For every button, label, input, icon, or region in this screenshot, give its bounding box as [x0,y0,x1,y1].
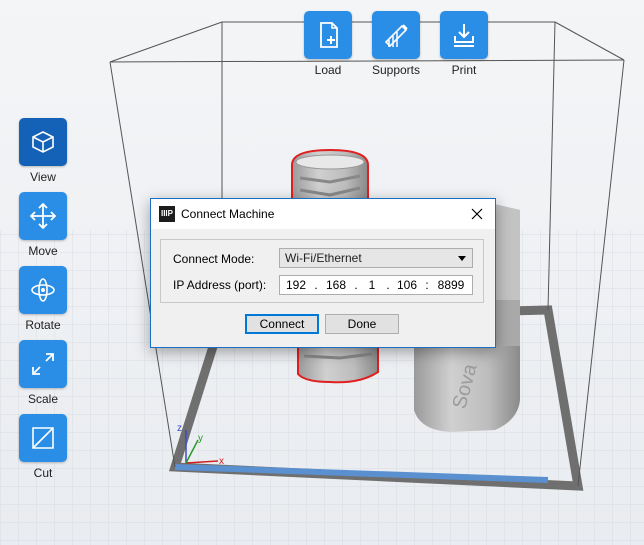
axis-y-label: y [198,433,203,444]
ip-octet-3[interactable]: 1 [360,278,384,292]
close-icon [471,208,483,220]
scale-tool[interactable]: Scale [11,340,75,406]
move-button[interactable] [19,192,67,240]
selected-model-bottom[interactable] [297,345,379,384]
connect-machine-dialog: IIIP Connect Machine Connect Mode: Wi-Fi… [150,198,496,348]
ip-octet-1[interactable]: 192 [280,278,312,292]
view-tool[interactable]: View [11,118,75,184]
scale-button[interactable] [19,340,67,388]
connect-mode-value: Wi-Fi/Ethernet [285,251,362,265]
rotate-button[interactable] [19,266,67,314]
rotate-tool[interactable]: Rotate [11,266,75,332]
connect-mode-select[interactable]: Wi-Fi/Ethernet [279,248,473,268]
chevron-down-icon [458,256,466,261]
supports-label: Supports [371,63,421,77]
move-arrows-icon [29,202,57,230]
load-tool[interactable]: Load [296,11,360,77]
scale-arrows-icon [32,353,54,375]
rotate-orbit-icon [31,278,55,302]
dialog-titlebar[interactable]: IIIP Connect Machine [151,199,495,229]
print-tool[interactable]: Print [432,11,496,77]
move-label: Move [28,244,58,258]
load-file-icon [320,22,338,48]
load-button[interactable] [304,11,352,59]
supports-pencil-icon [384,24,408,48]
ip-dot-3: . [386,278,390,292]
axis-z-label: z [177,423,182,434]
connection-settings-group: Connect Mode: Wi-Fi/Ethernet IP Address … [160,239,484,303]
scale-label: Scale [27,392,59,406]
cut-label: Cut [33,466,53,480]
ip-dot-1: . [314,278,318,292]
move-tool[interactable]: Move [11,192,75,258]
view-cube-icon [32,131,54,153]
cut-button[interactable] [19,414,67,462]
cut-tool[interactable]: Cut [11,414,75,480]
ip-address-field[interactable]: 192 . 168 . 1 . 106 : 8899 [279,275,473,295]
ip-octet-2[interactable]: 168 [320,278,352,292]
view-button[interactable] [19,118,67,166]
app-logo-icon: IIIP [159,206,175,222]
rotate-label: Rotate [25,318,61,332]
cut-slice-icon [32,427,54,449]
axis-x-label: x [219,456,224,467]
ip-octet-4[interactable]: 106 [392,278,422,292]
selected-model-top[interactable] [291,148,369,201]
supports-button[interactable] [372,11,420,59]
ip-address-label: IP Address (port): [173,278,267,292]
ip-dot-2: . [354,278,358,292]
print-download-icon [454,24,474,47]
print-button[interactable] [440,11,488,59]
dialog-title: Connect Machine [181,207,275,221]
print-label: Print [451,63,477,77]
supports-tool[interactable]: Supports [364,11,428,77]
load-label: Load [314,63,342,77]
view-label: View [30,170,56,184]
close-button[interactable] [465,202,489,226]
port-field[interactable]: 8899 [432,278,470,292]
connect-mode-label: Connect Mode: [173,252,255,266]
done-button[interactable]: Done [325,314,399,334]
ip-port-separator: : [425,278,429,292]
connect-button[interactable]: Connect [245,314,319,334]
